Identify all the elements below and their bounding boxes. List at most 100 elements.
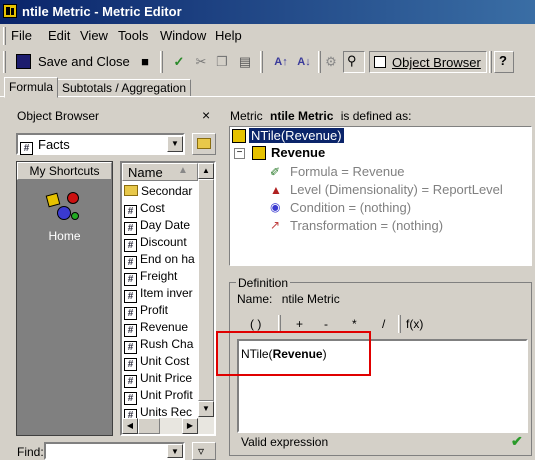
menu-edit[interactable]: Edit: [48, 28, 70, 43]
definition-name-row: Name: ntile Metric: [237, 292, 340, 306]
scroll-right-icon[interactable]: ▶: [182, 418, 198, 434]
menu-help[interactable]: Help: [215, 28, 242, 43]
list-item[interactable]: # Freight: [124, 268, 177, 286]
folder-dropdown[interactable]: # Facts ▼: [16, 133, 185, 155]
list-item[interactable]: # Cost: [124, 200, 165, 218]
tab-subtotals-aggregation[interactable]: Subtotals / Aggregation: [57, 79, 192, 97]
object-browser-button[interactable]: Object Browser: [369, 51, 487, 73]
menu-file[interactable]: File: [11, 28, 32, 43]
validate-icon[interactable]: ✓: [170, 53, 188, 71]
find-input[interactable]: ▼: [44, 442, 185, 460]
window-title: ntile Metric - Metric Editor: [22, 4, 182, 19]
list-item[interactable]: Secondar: [124, 183, 192, 200]
tab-formula[interactable]: Formula: [4, 77, 59, 98]
list-item[interactable]: # Profit: [124, 302, 168, 320]
scrollbar-thumb[interactable]: [198, 179, 214, 401]
home-icon[interactable]: [45, 192, 81, 226]
close-icon[interactable]: ×: [202, 107, 210, 123]
scroll-down-icon[interactable]: ▼: [198, 401, 214, 417]
paste-icon[interactable]: ▤: [236, 53, 254, 71]
browse-toggle-button[interactable]: ⚲: [343, 51, 365, 73]
operator-separator: [398, 315, 401, 333]
tree-condition[interactable]: Condition = (nothing): [290, 200, 411, 215]
list-scrollbar[interactable]: ▲ ▼: [198, 163, 214, 434]
magnifier-icon: ⚲: [347, 53, 357, 68]
cut-icon[interactable]: ✂: [192, 53, 210, 71]
tree-formula[interactable]: Formula = Revenue: [290, 164, 405, 179]
list-item-label: Discount: [140, 235, 187, 249]
list-item[interactable]: # Item inver: [124, 285, 193, 303]
minus-button[interactable]: -: [324, 316, 328, 332]
list-header-name[interactable]: Name ▲: [122, 163, 198, 181]
save-icon[interactable]: ■: [136, 53, 154, 71]
formula-icon: ✐: [270, 165, 281, 179]
copy-icon[interactable]: ❐: [213, 53, 231, 71]
toolbar-grip[interactable]: [3, 51, 6, 73]
list-item[interactable]: # End on ha: [124, 251, 195, 269]
collapse-icon[interactable]: −: [234, 148, 245, 159]
save-icon: [16, 54, 31, 69]
metric-icon: [252, 146, 266, 160]
metric-icon: [232, 129, 246, 143]
folder-dropdown-value: Facts: [38, 137, 70, 152]
hscrollbar-thumb[interactable]: [138, 418, 160, 434]
my-shortcuts-button[interactable]: My Shortcuts: [17, 162, 112, 180]
list-item[interactable]: # Unit Price: [124, 370, 192, 388]
list-header-label: Name: [128, 165, 163, 180]
metric-suffix: is defined as:: [340, 109, 412, 123]
list-item[interactable]: # Revenue: [124, 319, 188, 337]
tree-transformation[interactable]: Transformation = (nothing): [290, 218, 443, 233]
plus-button[interactable]: +: [296, 316, 303, 332]
parentheses-button[interactable]: ( ): [250, 316, 261, 332]
metric-properties-icon[interactable]: A↓: [295, 53, 313, 71]
toolbar-separator: [160, 51, 163, 73]
toolbar-separator: [318, 51, 321, 73]
tree-child-node[interactable]: Revenue: [271, 145, 325, 160]
chevron-down-icon[interactable]: ▼: [167, 444, 183, 458]
definition-label: Definition: [236, 276, 291, 290]
filter-button[interactable]: ▿: [192, 442, 216, 460]
help-button[interactable]: ?: [494, 51, 514, 73]
scroll-up-icon[interactable]: ▲: [198, 163, 214, 179]
title-bar: ntile Metric - Metric Editor: [0, 0, 535, 24]
chevron-down-icon[interactable]: ▼: [167, 136, 183, 152]
divide-button[interactable]: /: [382, 316, 385, 332]
function-button[interactable]: f(x): [406, 316, 423, 332]
highlight-box: [216, 331, 371, 376]
list-item[interactable]: # Unit Cost: [124, 353, 189, 371]
tab-strip-line: [0, 96, 535, 97]
tree-level[interactable]: Level (Dimensionality) = ReportLevel: [290, 182, 503, 197]
save-and-close-label: Save and Close: [38, 54, 130, 69]
list-item-label: Item inver: [140, 286, 193, 300]
find-icon[interactable]: ⚙: [322, 53, 340, 71]
list-item-label: Secondar: [141, 184, 193, 198]
transformation-icon: ↗: [270, 218, 281, 232]
list-item[interactable]: # Discount: [124, 234, 187, 252]
multiply-button[interactable]: *: [352, 316, 357, 332]
menu-view[interactable]: View: [80, 28, 108, 43]
home-label: Home: [48, 229, 81, 243]
metric-tree: NTile(Revenue) − Revenue ✐ Formula = Rev…: [229, 126, 532, 266]
menubar-grip[interactable]: [3, 27, 6, 45]
name-label: Name:: [237, 292, 273, 306]
list-item[interactable]: # Day Date: [124, 217, 190, 235]
app-icon: [3, 4, 17, 18]
list-item-label: Units Rec: [140, 405, 193, 419]
scroll-left-icon[interactable]: ◀: [122, 418, 138, 434]
parent-folder-button[interactable]: [192, 133, 216, 155]
tree-root-node[interactable]: NTile(Revenue): [249, 128, 344, 143]
metric-join-icon[interactable]: A↑: [272, 53, 290, 71]
menu-tools[interactable]: Tools: [118, 28, 148, 43]
list-item-label: Cost: [140, 201, 165, 215]
metric-defined-as: Metric ntile Metric is defined as:: [230, 109, 411, 123]
list-item[interactable]: # Rush Cha: [124, 336, 194, 354]
list-item[interactable]: # Unit Profit: [124, 387, 193, 405]
level-icon: ▲: [270, 183, 282, 197]
find-label: Find:: [17, 445, 44, 459]
list-item-label: Rush Cha: [140, 337, 194, 351]
list-item-label: End on ha: [140, 252, 195, 266]
list-hscrollbar[interactable]: ◀ ▶: [122, 418, 198, 434]
hash-icon: #: [20, 138, 36, 155]
object-browser-header: Object Browser ×: [14, 107, 219, 126]
menu-window[interactable]: Window: [160, 28, 206, 43]
